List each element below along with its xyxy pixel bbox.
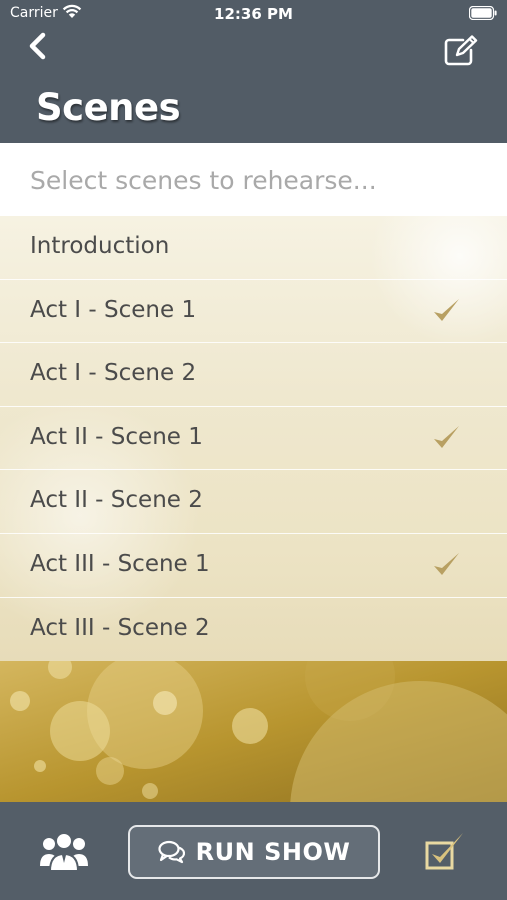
nav-header: Carrier 12:36 PM Scenes	[0, 0, 507, 143]
chat-bubbles-icon	[158, 840, 185, 864]
list-item[interactable]: Introduction	[0, 216, 507, 280]
scene-label: Act I - Scene 1	[30, 296, 197, 323]
bottom-toolbar: RUN SHOW	[0, 802, 507, 900]
checkmark-icon	[434, 552, 459, 575]
edit-icon	[444, 35, 478, 66]
cast-button[interactable]	[38, 830, 90, 872]
scene-label: Act I - Scene 2	[30, 360, 197, 387]
checkmark-icon	[434, 425, 459, 448]
list-item[interactable]: Act I - Scene 2	[0, 343, 507, 407]
scene-list: Introduction Act I - Scene 1 Act I - Sce…	[0, 216, 507, 661]
run-show-label: RUN SHOW	[195, 838, 351, 866]
list-item[interactable]: Act II - Scene 1	[0, 407, 507, 471]
scene-label: Act II - Scene 1	[30, 423, 203, 450]
search-input[interactable]	[30, 160, 480, 200]
page-title: Scenes	[36, 86, 181, 129]
status-bar: Carrier 12:36 PM	[0, 0, 507, 28]
list-item[interactable]: Act II - Scene 2	[0, 470, 507, 534]
battery-icon	[468, 5, 497, 24]
checkmark-icon	[434, 298, 459, 321]
list-item[interactable]: Act III - Scene 1	[0, 534, 507, 598]
edit-button[interactable]	[443, 35, 479, 67]
cast-group-icon	[40, 832, 88, 872]
chevron-left-icon	[29, 32, 46, 60]
status-time: 12:36 PM	[214, 5, 293, 23]
scene-label: Act III - Scene 1	[30, 550, 210, 577]
bokeh-background	[0, 661, 507, 802]
checkbox-check-icon	[425, 833, 463, 870]
search-bar	[0, 143, 507, 216]
back-button[interactable]	[24, 30, 54, 62]
list-item[interactable]: Act I - Scene 1	[0, 280, 507, 344]
list-item[interactable]: Act III - Scene 2	[0, 598, 507, 661]
scene-label: Act III - Scene 2	[30, 614, 210, 641]
select-all-button[interactable]	[424, 830, 466, 872]
scene-label: Act II - Scene 2	[30, 487, 203, 514]
run-show-button[interactable]: RUN SHOW	[128, 825, 380, 879]
scene-label: Introduction	[30, 233, 170, 259]
